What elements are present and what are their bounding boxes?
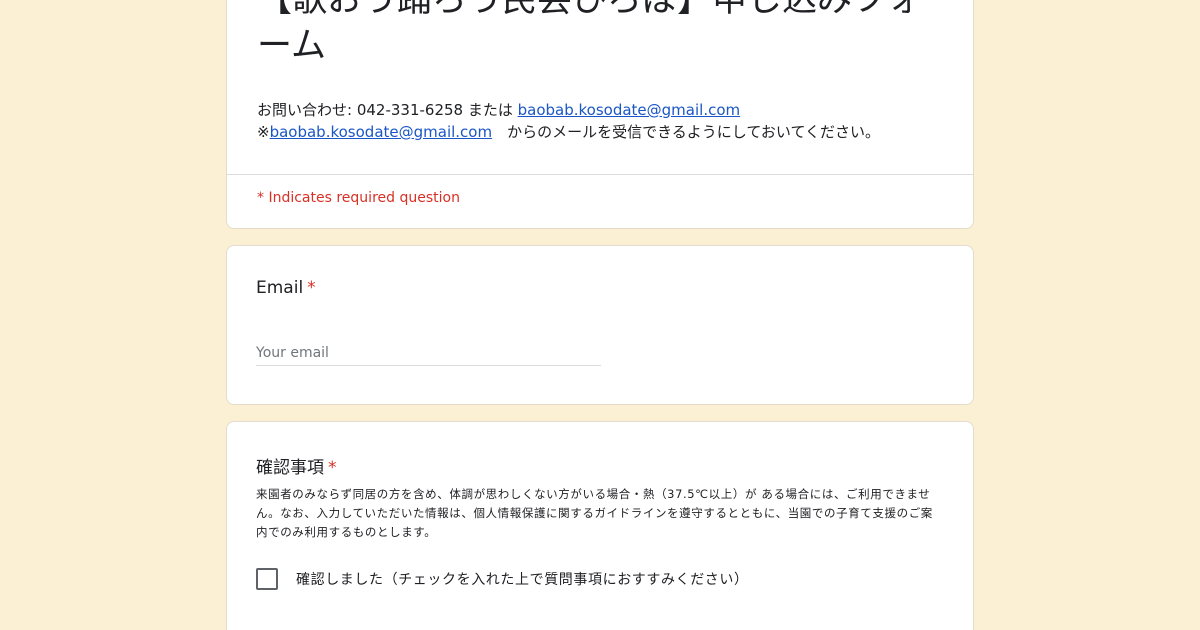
form-page: 【歌おう踊ろう民芸ひろば】申し込みフォーム お問い合わせ: 042-331-62… [0, 0, 1200, 630]
contact-email-link[interactable]: baobab.kosodate@gmail.com [518, 101, 741, 119]
contact-line: お問い合わせ: 042-331-6258 または baobab.kosodate… [257, 99, 957, 121]
email-question-title: Email * [256, 278, 316, 298]
notice-email-link[interactable]: baobab.kosodate@gmail.com [270, 123, 493, 141]
required-note: * Indicates required question [257, 190, 460, 206]
notice-mark: ※ [257, 123, 270, 141]
notice-line: ※baobab.kosodate@gmail.com からのメールを受信できるよ… [257, 121, 957, 143]
confirm-question-title: 確認事項 * [256, 453, 337, 478]
form-header-card: 【歌おう踊ろう民芸ひろば】申し込みフォーム お問い合わせ: 042-331-62… [226, 0, 974, 229]
confirm-checkbox-option[interactable]: 確認しました（チェックを入れた上で質問事項におすすみください） [256, 568, 749, 590]
header-divider [227, 174, 973, 175]
notice-text: からのメールを受信できるようにしておいてください。 [492, 123, 880, 141]
email-question-card: Email * [226, 245, 974, 405]
email-question-label: Email [256, 278, 304, 298]
required-asterisk: * [328, 458, 337, 478]
contact-text: お問い合わせ: 042-331-6258 または [257, 101, 518, 119]
email-input[interactable] [256, 340, 601, 366]
confirm-checkbox[interactable] [256, 568, 278, 590]
confirm-question-card: 確認事項 * 来園者のみならず同居の方を含め、体調が思わしくない方がいる場合・熱（… [226, 421, 974, 630]
form-title: 【歌おう踊ろう民芸ひろば】申し込みフォーム [257, 0, 923, 66]
confirm-question-label: 確認事項 [256, 458, 324, 478]
confirm-checkbox-label[interactable]: 確認しました（チェックを入れた上で質問事項におすすみください） [296, 569, 749, 589]
confirm-question-description: 来園者のみならず同居の方を含め、体調が思わしくない方がいる場合・熱（37.5℃以… [256, 487, 933, 539]
form-description: お問い合わせ: 042-331-6258 または baobab.kosodate… [257, 99, 957, 143]
required-asterisk: * [307, 278, 316, 298]
